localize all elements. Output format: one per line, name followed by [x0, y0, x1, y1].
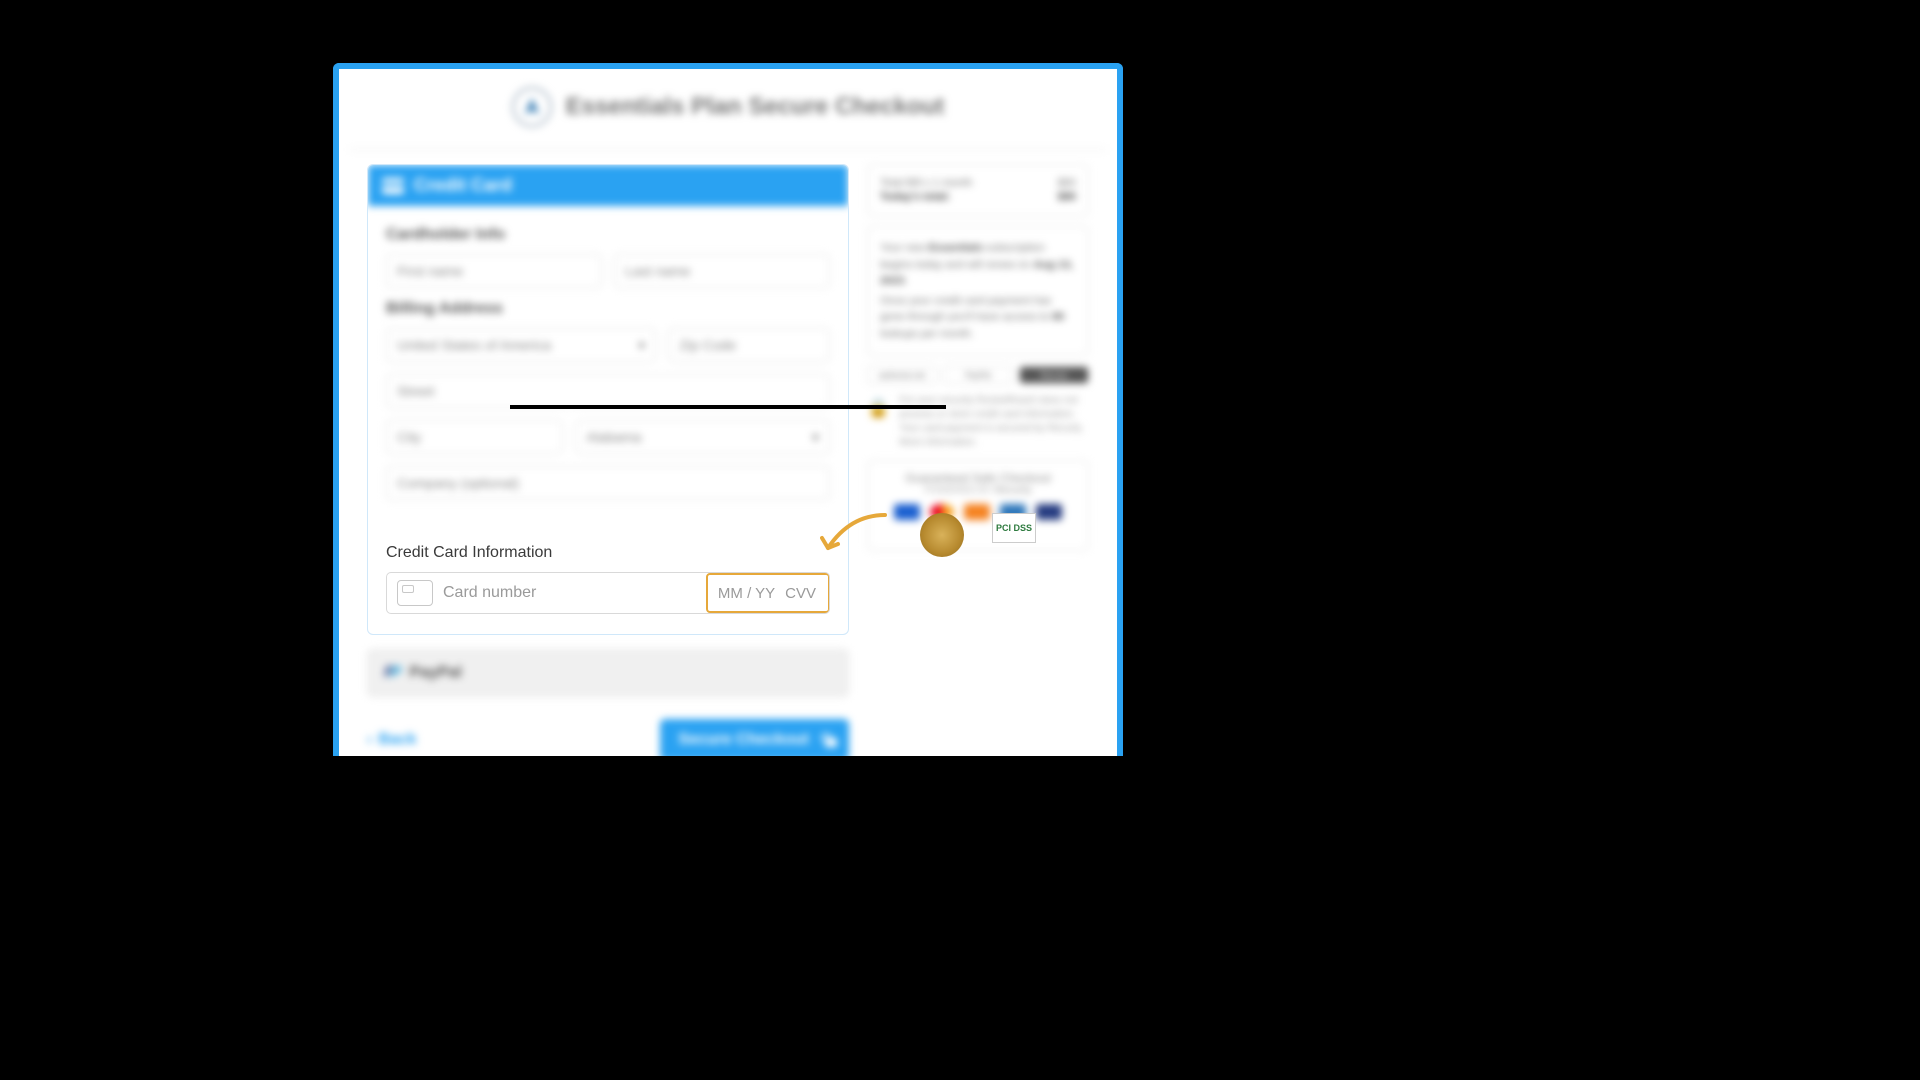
highlight-arrow-icon — [820, 510, 890, 560]
card-number-row: Card number MM / YY CVV — [386, 572, 830, 614]
credit-card-panel-header[interactable]: Credit Card — [368, 165, 848, 206]
payment-provider-badges: authorize.net PayPal Recurly — [867, 366, 1089, 384]
security-note: 🔒 For your security RocketReach does not… — [867, 394, 1089, 450]
chevron-down-icon: ▾ — [638, 337, 645, 354]
paypal-label: PayPal — [409, 664, 461, 682]
city-field[interactable]: City — [386, 420, 563, 454]
zip-field[interactable]: Zip Code — [668, 328, 830, 362]
chevron-left-icon: ‹ — [367, 731, 372, 749]
badge-authorize: authorize.net — [867, 366, 937, 384]
page-header: Essentials Plan Secure Checkout — [339, 69, 1117, 149]
paypal-icon: PP — [384, 664, 401, 682]
card-cvv-input[interactable]: CVV — [785, 585, 816, 602]
order-summary: Total Bill x 1 month $80 Today's total: … — [867, 164, 1089, 216]
summary-line-value: $80 — [1058, 177, 1076, 189]
badge-recurly: Recurly — [1019, 366, 1089, 384]
country-select[interactable]: United States of America ▾ — [386, 328, 656, 362]
badge-paypal: PayPal — [943, 366, 1013, 384]
chevron-down-icon: ▾ — [812, 429, 819, 446]
cc-info-label: Credit Card Information — [386, 544, 830, 562]
gold-seal-icon — [920, 513, 964, 557]
card-expiry-input[interactable]: MM / YY — [718, 585, 775, 602]
pci-dss-seal-icon: PCI DSS — [992, 513, 1036, 543]
header-divider — [349, 149, 1107, 150]
subscription-message: Your new Essentials subscription begins … — [867, 226, 1089, 356]
billing-section-label: Billing Address — [386, 300, 830, 318]
guarantee-title: Guaranteed Safe Checkout — [880, 471, 1076, 485]
card-number-input[interactable]: Card number — [443, 584, 706, 602]
back-link[interactable]: ‹ Back — [367, 731, 417, 749]
summary-total-label: Today's total: — [880, 191, 950, 203]
last-name-field[interactable]: Last name — [614, 254, 830, 288]
expiry-cvv-group: MM / YY CVV — [706, 573, 830, 613]
card-chip-icon — [397, 580, 433, 606]
credit-card-icon — [382, 178, 404, 194]
summary-total-value: $80 — [1058, 191, 1076, 203]
summary-line-label: Total Bill x 1 month — [880, 177, 972, 189]
credit-card-panel-title: Credit Card — [414, 175, 512, 196]
first-name-field[interactable]: First name — [386, 254, 602, 288]
street-field[interactable]: Street — [386, 374, 830, 408]
state-select[interactable]: Alabama ▾ — [575, 420, 830, 454]
brand-logo-icon — [512, 87, 552, 127]
secure-checkout-button[interactable]: Secure Checkout — [660, 719, 849, 756]
paypal-panel[interactable]: PP PayPal — [367, 649, 849, 697]
company-field[interactable]: Company (optional) — [386, 466, 830, 500]
credit-card-panel: Credit Card Cardholder Info First name L… — [367, 164, 849, 635]
lock-icon — [819, 733, 831, 747]
redaction-line — [510, 405, 946, 409]
page-title: Essentials Plan Secure Checkout — [566, 93, 945, 121]
cardholder-section-label: Cardholder Info — [386, 226, 830, 244]
